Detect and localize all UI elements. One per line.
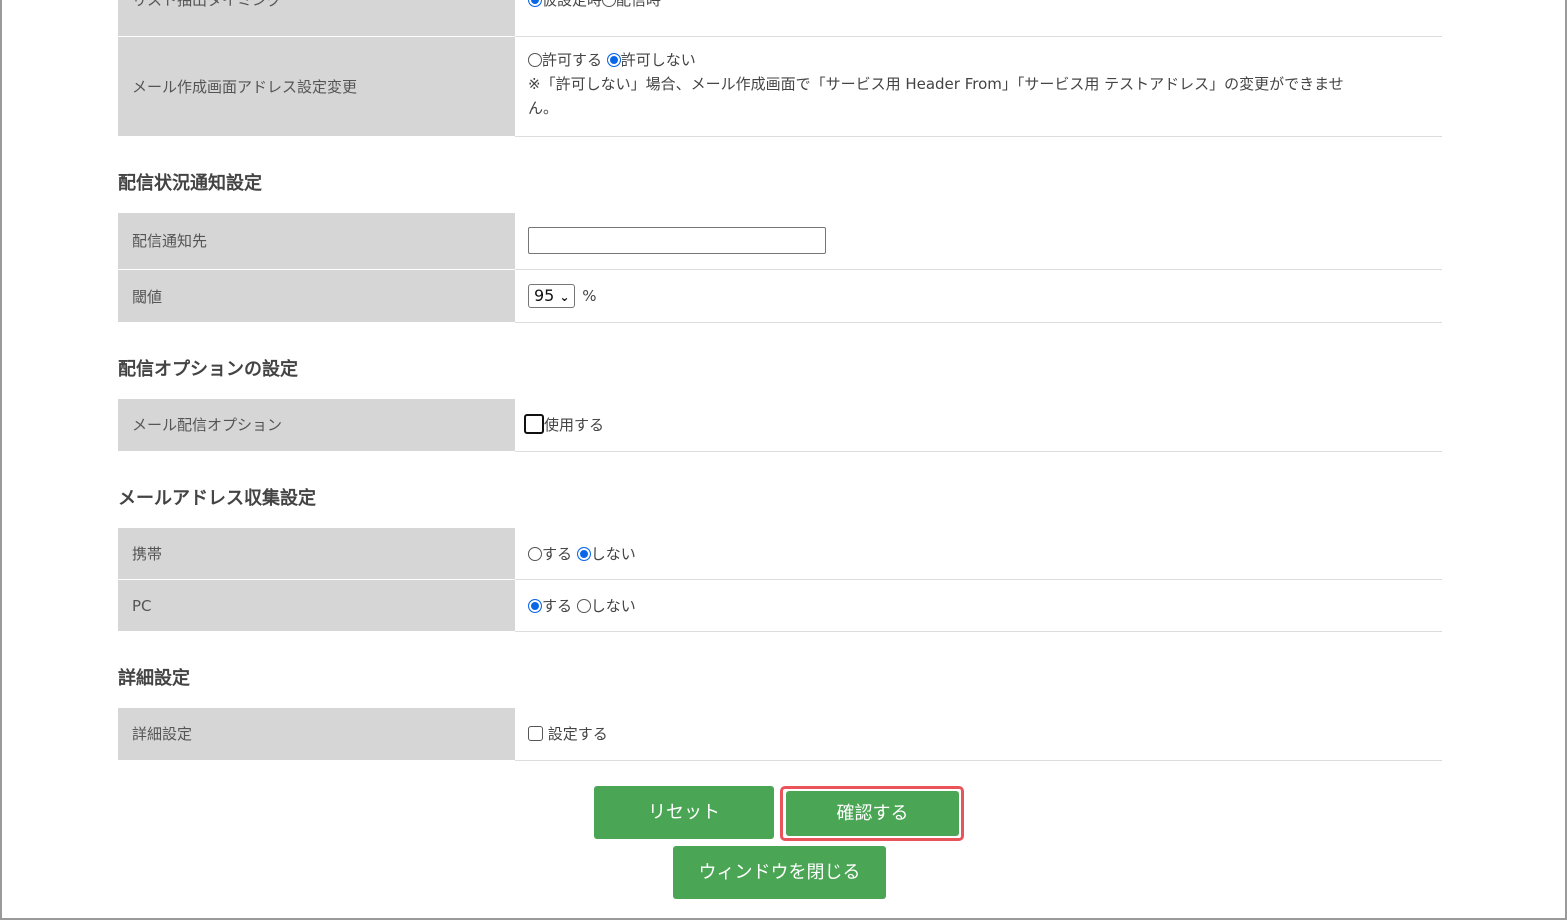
row-label: 詳細設定 xyxy=(118,708,515,761)
row-label: 配信通知先 xyxy=(118,212,515,270)
radio-timing-delivery[interactable] xyxy=(602,0,617,7)
reset-button[interactable]: リセット xyxy=(594,786,774,839)
row-label: 閾値 xyxy=(118,269,515,323)
row-mail-option: メール配信オプション 使用する xyxy=(118,399,1442,452)
row-list-timing: リスト抽出タイミング 仮設定時 配信時 xyxy=(118,0,1442,37)
row-threshold: 閾値 95 ⌄ % xyxy=(118,269,1442,323)
section-title-detail: 詳細設定 xyxy=(118,668,190,689)
row-address-change: メール作成画面アドレス設定変更 許可する 許可しない ※「許可しない」場合、メー… xyxy=(118,36,1442,137)
radio-mobile-yes[interactable] xyxy=(528,546,542,561)
mail-option-checkbox[interactable] xyxy=(524,414,544,435)
confirm-highlight-box xyxy=(780,786,964,841)
radio-pc-yes[interactable] xyxy=(528,599,542,613)
row-value: する しない xyxy=(515,527,1442,580)
row-detail: 詳細設定 設定する xyxy=(118,708,1442,761)
radio-address-deny[interactable] xyxy=(606,52,621,67)
table-top: リスト抽出タイミング 仮設定時 配信時 メール作成画面アドレス設定変更 許可する … xyxy=(118,0,1442,137)
row-value: 仮設定時 配信時 xyxy=(515,0,1442,37)
row-pc: PC する しない xyxy=(118,579,1442,632)
notify-dest-input[interactable] xyxy=(528,227,826,255)
section-title-delivery-notice: 配信状況通知設定 xyxy=(118,172,262,194)
section-title-address-collect: メールアドレス収集設定 xyxy=(118,487,316,509)
table-delivery-option: メール配信オプション 使用する xyxy=(118,399,1442,452)
row-value xyxy=(515,212,1442,270)
threshold-unit: % xyxy=(582,286,597,305)
address-note: ※「許可しない」場合、メール作成画面で「サービス用 Header From」「サ… xyxy=(528,74,1344,93)
row-label: メール作成画面アドレス設定変更 xyxy=(118,36,515,137)
row-label: メール配信オプション xyxy=(118,399,515,452)
chevron-down-icon: ⌄ xyxy=(559,290,570,304)
table-address-collect: 携帯 する しない PC する しない xyxy=(118,527,1442,632)
table-detail: 詳細設定 設定する xyxy=(118,708,1442,761)
row-value: 使用する xyxy=(515,399,1442,452)
radio-timing-provisional[interactable] xyxy=(528,0,542,7)
radio-pc-no[interactable] xyxy=(576,599,591,613)
settings-form: リスト抽出タイミング 仮設定時 配信時 メール作成画面アドレス設定変更 許可する … xyxy=(118,0,1442,761)
table-delivery-notice: 配信通知先 閾値 95 ⌄ % xyxy=(118,212,1442,323)
row-value: 設定する xyxy=(515,708,1442,761)
close-window-button[interactable]: ウィンドウを閉じる xyxy=(673,846,886,899)
row-label: PC xyxy=(118,579,515,632)
detail-checkbox[interactable] xyxy=(528,726,543,742)
row-value: する しない xyxy=(515,579,1442,632)
row-value: 95 ⌄ % xyxy=(515,269,1442,323)
row-label: 携帯 xyxy=(118,527,515,580)
threshold-select[interactable]: 95 ⌄ xyxy=(528,284,575,308)
section-title-delivery-option: 配信オプションの設定 xyxy=(118,359,298,380)
row-mobile: 携帯 する しない xyxy=(118,527,1442,580)
row-notify-dest: 配信通知先 xyxy=(118,212,1442,270)
radio-mobile-no[interactable] xyxy=(576,546,591,561)
address-note-cont: ん。 xyxy=(528,98,559,117)
row-label: リスト抽出タイミング xyxy=(118,0,515,37)
radio-address-allow[interactable] xyxy=(528,52,542,67)
row-value: 許可する 許可しない ※「許可しない」場合、メール作成画面で「サービス用 Hea… xyxy=(515,36,1442,137)
